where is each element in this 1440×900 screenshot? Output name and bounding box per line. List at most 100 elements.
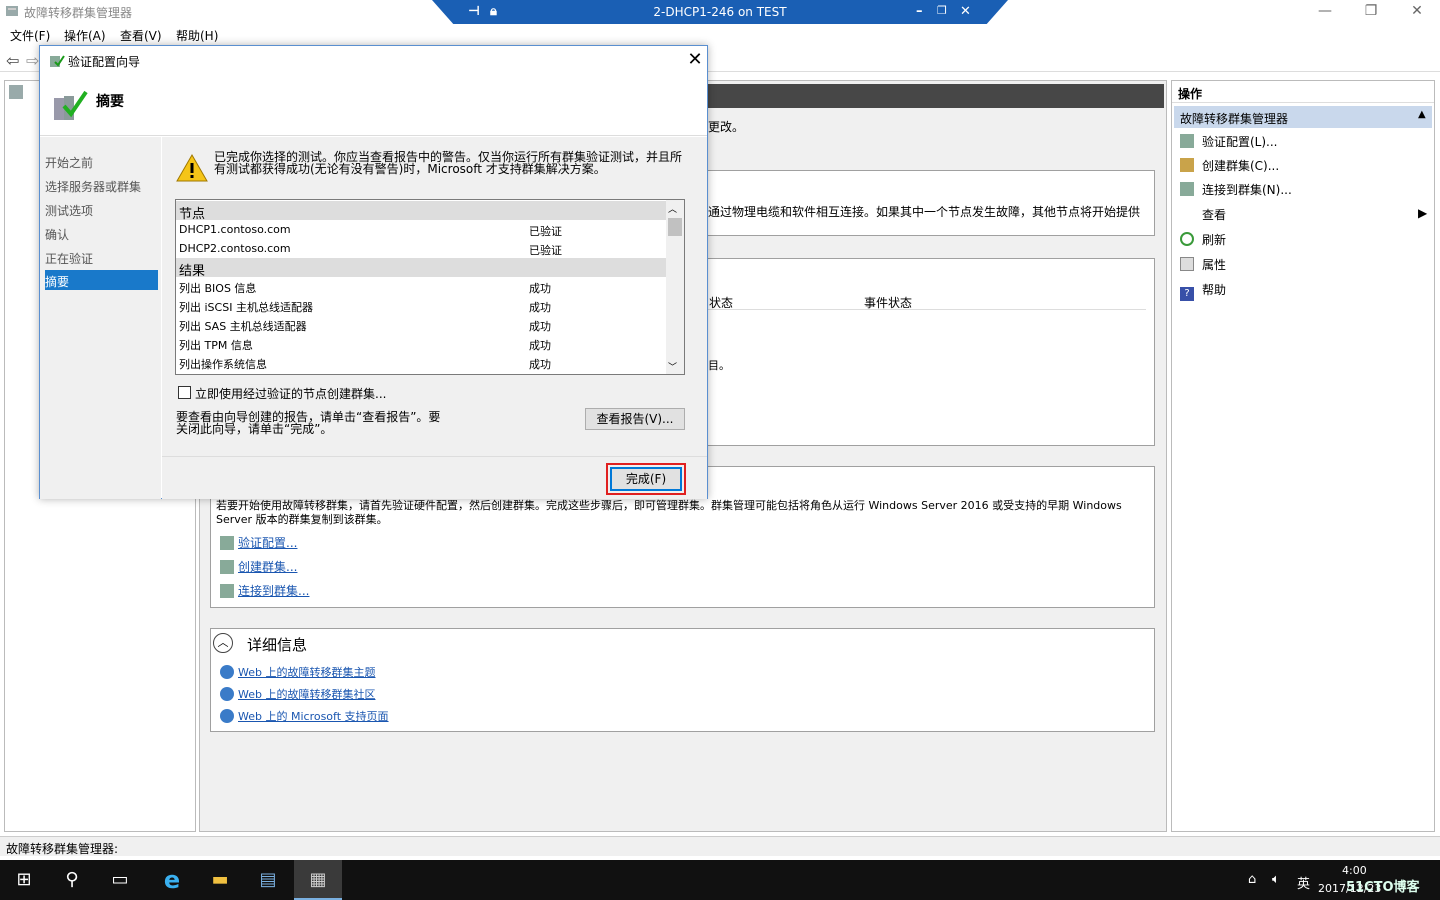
web-community-link[interactable]: Web 上的故障转移群集社区: [238, 688, 375, 701]
result-name: 列出 BIOS 信息: [179, 282, 257, 295]
action-validate[interactable]: 验证配置(L)...: [1180, 133, 1278, 153]
cluster-manager-icon: [6, 6, 18, 16]
web-support-link[interactable]: Web 上的 Microsoft 支持页面: [238, 710, 389, 723]
cluster-manager-taskbar-icon[interactable]: ▦: [294, 860, 342, 900]
menu-view[interactable]: 查看(V): [120, 27, 162, 44]
connect-cluster-icon: [1180, 182, 1194, 196]
list-item[interactable]: 列出 TPM 信息 成功: [176, 334, 666, 353]
rdp-connection-bar: ⊣ 🔒︎ 2-DHCP1-246 on TEST – ❐ ✕: [432, 0, 1008, 26]
create-link-row[interactable]: 创建群集...: [220, 558, 297, 575]
server-manager-icon[interactable]: ▤: [244, 860, 292, 900]
dialog-title: 验证配置向导: [68, 55, 141, 69]
clusters-empty-text: 目。: [708, 359, 730, 372]
result-status: 成功: [529, 358, 551, 371]
rdp-close-button[interactable]: ✕: [960, 4, 971, 19]
create-cluster-link[interactable]: 创建群集...: [238, 560, 297, 574]
action-help-label: 帮助: [1202, 283, 1227, 297]
result-status: 成功: [529, 282, 551, 295]
list-item[interactable]: DHCP1.contoso.com 已验证: [176, 220, 666, 239]
action-connect[interactable]: 连接到群集(N)...: [1180, 181, 1292, 201]
task-view-icon[interactable]: ▭: [96, 860, 144, 900]
result-name: 列出 TPM 信息: [179, 339, 253, 352]
volume-muted-icon[interactable]: 🔈︎: [1272, 872, 1280, 887]
action-create[interactable]: 创建群集(C)...: [1180, 157, 1279, 177]
finish-button[interactable]: 完成(F): [610, 467, 682, 491]
web-link-row-2[interactable]: Web 上的故障转移群集社区: [220, 686, 375, 702]
web-topics-link[interactable]: Web 上的故障转移群集主题: [238, 666, 375, 679]
action-help[interactable]: ? 帮助: [1180, 281, 1226, 301]
rdp-restore-button[interactable]: ❐: [937, 4, 947, 17]
column-event-status[interactable]: 事件状态: [864, 294, 912, 311]
validate-wizard-icon: [54, 90, 88, 120]
action-create-label: 创建群集(C)...: [1202, 159, 1280, 173]
collapse-chevron-icon[interactable]: ︿: [213, 633, 233, 653]
result-status: 成功: [529, 301, 551, 314]
overview-description: 通过物理电缆和软件相互连接。如果其中一个节点发生故障，其他节点将开始提供: [708, 205, 1141, 219]
clusters-panel: [706, 258, 1155, 446]
connect-link-row[interactable]: 连接到群集...: [220, 582, 309, 599]
list-item[interactable]: 列出 iSCSI 主机总线适配器 成功: [176, 296, 666, 315]
web-link-row-1[interactable]: Web 上的故障转移群集主题: [220, 664, 375, 680]
submenu-arrow-icon: ▶: [1418, 206, 1428, 220]
cluster-node-icon: [9, 85, 23, 99]
connect-cluster-icon: [220, 584, 234, 598]
view-report-button[interactable]: 查看报告(V)...: [585, 408, 685, 430]
scroll-up-icon[interactable]: ︿: [668, 202, 677, 215]
action-refresh[interactable]: 刷新: [1180, 231, 1226, 251]
minimize-button[interactable]: —: [1302, 0, 1348, 24]
network-icon[interactable]: ⌂: [1248, 872, 1256, 887]
status-bar: 故障转移群集管理器:: [0, 836, 1440, 856]
results-list[interactable]: 节点 DHCP1.contoso.com 已验证 DHCP2.contoso.co…: [175, 199, 685, 375]
web-link-row-3[interactable]: Web 上的 Microsoft 支持页面: [220, 708, 389, 724]
create-cluster-checkbox[interactable]: [178, 386, 191, 399]
actions-header: 操作: [1172, 81, 1434, 103]
validate-icon: [220, 536, 234, 550]
watermark: 51CTO博客: [1346, 880, 1420, 895]
list-item[interactable]: 列出操作系统信息 成功: [176, 353, 666, 372]
wizard-icon: [50, 55, 65, 67]
close-button[interactable]: ✕: [1394, 0, 1440, 24]
dialog-close-button[interactable]: ✕: [683, 48, 707, 72]
menu-file[interactable]: 文件(F): [10, 27, 50, 44]
dialog-heading: 摘要: [96, 94, 124, 110]
list-scrollbar[interactable]: ︿ ﹀: [666, 200, 684, 374]
action-view-label: 查看: [1202, 208, 1227, 222]
back-arrow-icon[interactable]: ⇦: [6, 51, 19, 70]
step-before-you-begin: 开始之前: [45, 156, 94, 170]
node-name: DHCP2.contoso.com: [179, 242, 291, 255]
list-item[interactable]: 列出 SAS 主机总线适配器 成功: [176, 315, 666, 334]
collapse-up-icon[interactable]: ▲: [1418, 109, 1426, 120]
validate-config-link[interactable]: 验证配置...: [238, 536, 297, 550]
maximize-button[interactable]: ❐: [1348, 0, 1394, 24]
start-windows-icon[interactable]: ⊞: [0, 860, 48, 900]
file-explorer-icon[interactable]: ▬: [196, 860, 244, 900]
connect-cluster-link[interactable]: 连接到群集...: [238, 584, 309, 598]
menu-action[interactable]: 操作(A): [64, 27, 106, 44]
internet-explorer-icon[interactable]: e: [148, 860, 196, 900]
input-language[interactable]: 英: [1297, 873, 1310, 892]
menu-help[interactable]: 帮助(H): [176, 27, 218, 44]
result-name: 列出操作系统信息: [179, 358, 267, 371]
search-icon[interactable]: ⚲: [48, 860, 96, 900]
list-item[interactable]: DHCP2.contoso.com 已验证: [176, 239, 666, 258]
action-connect-label: 连接到群集(N)...: [1202, 183, 1292, 197]
rdp-minimize-button[interactable]: –: [916, 4, 923, 19]
report-instructions: 要查看由向导创建的报告，请单击“查看报告”。要关闭此向导，请单击“完成”。: [176, 410, 441, 436]
column-status[interactable]: 状态: [709, 294, 733, 311]
nodes-group-header: 节点: [176, 201, 666, 222]
results-group-header: 结果: [176, 258, 666, 279]
list-item[interactable]: 列出 BIOS 信息 成功: [176, 277, 666, 296]
action-view[interactable]: 查看 ▶: [1202, 206, 1428, 226]
validate-link-row[interactable]: 验证配置...: [220, 534, 297, 551]
management-description: 若要开始使用故障转移群集，请首先验证硬件配置，然后创建群集。完成这些步骤后，即可…: [216, 499, 1122, 526]
forward-arrow-icon[interactable]: ⇨: [26, 51, 39, 70]
details-title: 详细信息: [247, 636, 308, 654]
action-properties[interactable]: 属性: [1180, 256, 1226, 276]
clusters-table-header: 状态 事件状态: [706, 290, 1146, 310]
main-header-band: [708, 84, 1164, 108]
actions-section-header[interactable]: 故障转移群集管理器 ▲: [1174, 106, 1432, 128]
dialog-header: [40, 78, 707, 136]
scroll-thumb[interactable]: [668, 218, 682, 236]
globe-icon: [220, 687, 234, 701]
scroll-down-icon[interactable]: ﹀: [668, 360, 677, 373]
